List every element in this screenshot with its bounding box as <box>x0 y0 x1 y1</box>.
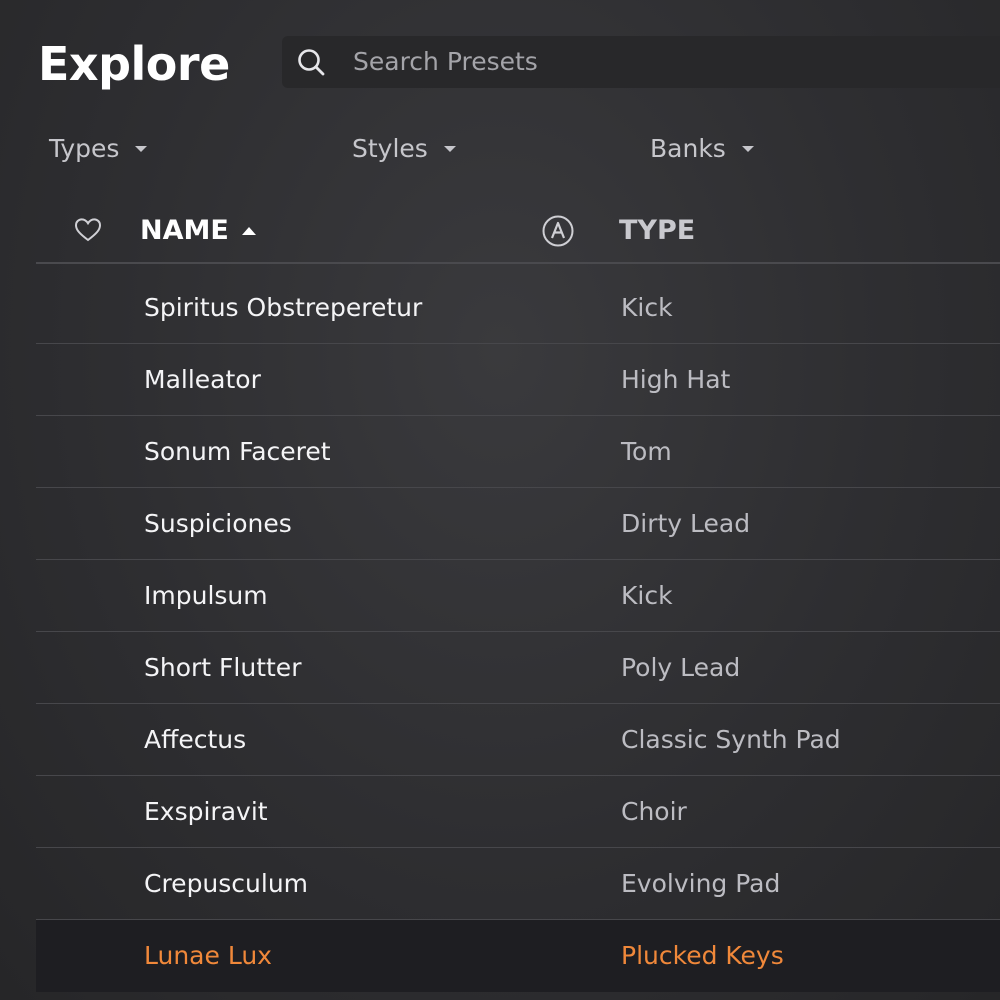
preset-row[interactable]: Sonum Faceret Tom <box>36 416 1000 488</box>
preset-name: Crepusculum <box>144 869 309 898</box>
preset-name: Short Flutter <box>144 653 302 682</box>
preset-name: Malleator <box>144 365 261 394</box>
search-icon <box>298 49 325 76</box>
filter-styles-label: Styles <box>352 133 428 163</box>
column-header: NAME TYPE <box>36 200 1000 264</box>
sort-ascending-icon <box>241 227 256 235</box>
filter-banks-label: Banks <box>650 133 726 163</box>
preset-name: Lunae Lux <box>144 941 272 970</box>
preset-type: Kick <box>621 581 673 610</box>
caret-down-icon <box>443 146 456 152</box>
preset-type: Dirty Lead <box>621 509 751 538</box>
search-bar[interactable]: Search Presets <box>282 36 1000 88</box>
preset-type: Tom <box>621 437 672 466</box>
preset-row[interactable]: Spiritus Obstreperetur Kick <box>36 272 1000 344</box>
preset-row[interactable]: Crepusculum Evolving Pad <box>36 848 1000 920</box>
preset-row[interactable]: Exspiravit Choir <box>36 776 1000 848</box>
preset-row[interactable]: Short Flutter Poly Lead <box>36 632 1000 704</box>
preset-type: Choir <box>621 797 687 826</box>
filter-banks[interactable]: Banks <box>650 128 754 168</box>
preset-name: Sonum Faceret <box>144 437 331 466</box>
preset-row[interactable]: Impulsum Kick <box>36 560 1000 632</box>
filter-styles[interactable]: Styles <box>352 128 456 168</box>
caret-down-icon <box>741 146 754 152</box>
preset-list: Spiritus Obstreperetur Kick Malleator Hi… <box>36 272 1000 992</box>
preset-row[interactable]: Affectus Classic Synth Pad <box>36 704 1000 776</box>
preset-type: Plucked Keys <box>621 941 784 970</box>
filter-types[interactable]: Types <box>49 128 148 168</box>
heart-outline-icon[interactable] <box>74 217 102 243</box>
page-title: Explore <box>38 37 230 91</box>
column-name-header[interactable]: NAME <box>140 200 256 262</box>
preset-name: Spiritus Obstreperetur <box>144 293 423 322</box>
column-name-label: NAME <box>140 215 229 246</box>
preset-row[interactable]: Malleator High Hat <box>36 344 1000 416</box>
search-input[interactable]: Search Presets <box>353 36 538 88</box>
preset-name: Affectus <box>144 725 247 754</box>
preset-type: Kick <box>621 293 673 322</box>
preset-name: Exspiravit <box>144 797 268 826</box>
caret-down-icon <box>135 146 148 152</box>
preset-type: Classic Synth Pad <box>621 725 841 754</box>
filter-types-label: Types <box>49 133 120 163</box>
preset-name: Impulsum <box>144 581 268 610</box>
preset-name: Suspiciones <box>144 509 292 538</box>
preset-type: Poly Lead <box>621 653 741 682</box>
column-type-header[interactable]: TYPE <box>619 200 695 262</box>
preset-type: Evolving Pad <box>621 869 781 898</box>
preset-type: High Hat <box>621 365 731 394</box>
preset-row-selected[interactable]: Lunae Lux Plucked Keys <box>36 920 1000 992</box>
arturia-logo-icon[interactable] <box>541 214 575 248</box>
preset-row[interactable]: Suspiciones Dirty Lead <box>36 488 1000 560</box>
